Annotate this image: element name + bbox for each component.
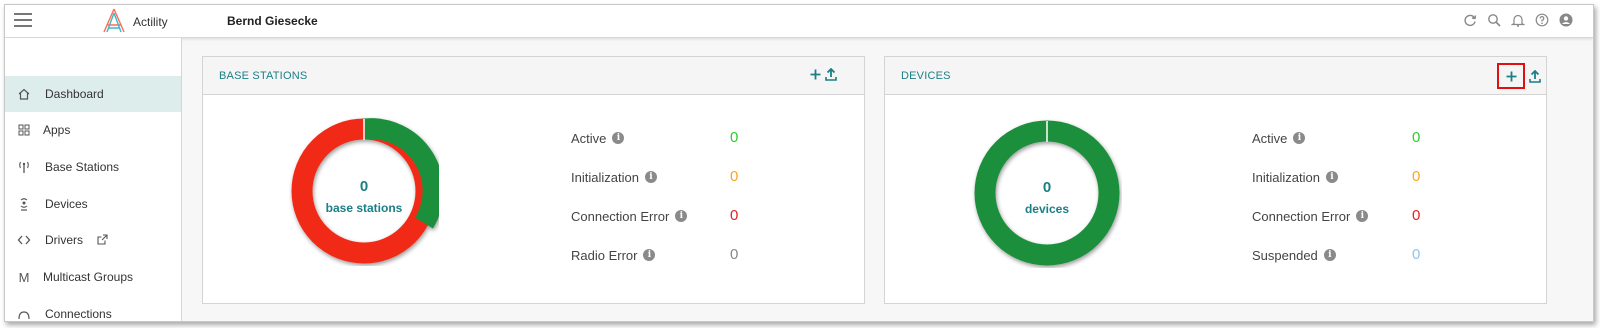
stat-label: Radio Error: [571, 247, 638, 263]
info-icon[interactable]: i: [1293, 132, 1306, 144]
info-icon[interactable]: i: [643, 249, 656, 261]
base-stations-count: 0: [359, 178, 369, 195]
stat-label: Initialization: [571, 169, 639, 185]
stat-label: Connection Error: [571, 208, 670, 224]
stat-value-active: 0: [730, 129, 739, 146]
donut-center: 0 base stations: [304, 178, 424, 215]
sidebar-item-label: Apps: [43, 123, 71, 137]
info-icon[interactable]: i: [1356, 210, 1369, 222]
stat-value-radio-error: 0: [730, 246, 739, 263]
search-icon[interactable]: [1487, 13, 1501, 27]
stat-row-initialization: Initialization i: [1252, 167, 1338, 187]
help-icon[interactable]: [1535, 13, 1549, 27]
import-devices-button[interactable]: [1529, 69, 1541, 83]
sidebar-item-dashboard[interactable]: Dashboard: [5, 76, 181, 112]
devices-count-label: devices: [1024, 202, 1070, 216]
bell-icon[interactable]: [1511, 13, 1525, 27]
app-window: Actility Bernd Giesecke Dashboard Apps B…: [4, 4, 1594, 322]
card-actions: [809, 68, 837, 81]
card-title: DEVICES: [901, 70, 951, 82]
code-icon: [17, 235, 31, 245]
devices-count: 0: [1042, 179, 1052, 196]
sidebar-item-label: Connections: [45, 307, 112, 321]
stat-row-radio-error: Radio Error i: [571, 245, 656, 265]
stat-label: Initialization: [1252, 169, 1320, 185]
external-link-icon: [97, 234, 108, 245]
plus-icon: [810, 69, 820, 80]
stat-value-connection-error: 0: [1412, 207, 1421, 224]
brand-name: Actility: [133, 15, 168, 29]
sidebar-item-devices[interactable]: Devices: [5, 186, 181, 222]
card-title: BASE STATIONS: [219, 70, 308, 82]
top-icons: [1463, 13, 1573, 27]
sidebar-item-multicast-groups[interactable]: M Multicast Groups: [5, 259, 181, 295]
add-base-station-button[interactable]: [809, 68, 821, 81]
connections-icon: [18, 311, 30, 320]
stat-value-connection-error: 0: [730, 207, 739, 224]
top-bar: Actility Bernd Giesecke: [5, 5, 1593, 38]
sidebar-item-label: Drivers: [45, 233, 83, 247]
base-stations-card: BASE STATIONS 0 base stations Active i 0…: [202, 56, 865, 304]
info-icon[interactable]: i: [1325, 171, 1338, 183]
multicast-icon: M: [18, 269, 30, 285]
donut-center: 0 devices: [987, 179, 1107, 216]
stat-label: Connection Error: [1252, 208, 1351, 224]
sidebar-item-base-stations[interactable]: Base Stations: [5, 149, 181, 185]
stat-label: Active: [1252, 130, 1288, 146]
card-header: DEVICES: [885, 57, 1546, 95]
stat-row-initialization: Initialization i: [571, 167, 657, 187]
upload-icon: [1529, 69, 1541, 83]
hamburger-menu-icon[interactable]: [14, 13, 32, 27]
antenna-icon: [19, 161, 29, 173]
stat-label: Active: [571, 130, 607, 146]
card-actions: [1497, 63, 1541, 89]
card-header: BASE STATIONS: [203, 57, 864, 95]
refresh-icon[interactable]: [1463, 13, 1477, 27]
info-icon[interactable]: i: [644, 171, 657, 183]
sidebar-item-label: Dashboard: [45, 87, 104, 101]
sidebar-item-connections[interactable]: Connections: [5, 296, 181, 321]
sidebar: Dashboard Apps Base Stations Devices Dri…: [5, 38, 182, 321]
stat-row-active: Active i: [571, 128, 625, 148]
stat-value-active: 0: [1412, 129, 1421, 146]
sidebar-item-drivers[interactable]: Drivers: [5, 222, 181, 258]
import-base-stations-button[interactable]: [825, 68, 837, 81]
stat-row-active: Active i: [1252, 128, 1306, 148]
grid-icon: [18, 124, 30, 136]
user-icon[interactable]: [1559, 13, 1573, 27]
sidebar-item-label: Base Stations: [45, 160, 120, 174]
plus-icon: [1506, 71, 1516, 81]
stat-value-initialization: 0: [730, 168, 739, 185]
home-icon: [18, 88, 30, 100]
stat-row-connection-error: Connection Error i: [1252, 206, 1369, 226]
user-name: Bernd Giesecke: [227, 14, 318, 28]
stat-value-suspended: 0: [1412, 246, 1421, 263]
sidebar-item-label: Multicast Groups: [43, 270, 134, 284]
stat-row-suspended: Suspended i: [1252, 245, 1336, 265]
stat-row-connection-error: Connection Error i: [571, 206, 688, 226]
actility-logo-icon: [103, 8, 125, 33]
add-device-button[interactable]: [1497, 63, 1525, 89]
stat-label: Suspended: [1252, 247, 1318, 263]
base-stations-count-label: base stations: [325, 201, 403, 215]
info-icon[interactable]: i: [612, 132, 625, 144]
sidebar-item-label: Devices: [45, 197, 88, 211]
info-icon[interactable]: i: [1323, 249, 1336, 261]
info-icon[interactable]: i: [675, 210, 688, 222]
sidebar-item-apps[interactable]: Apps: [5, 112, 181, 148]
devices-card: DEVICES 0 devices Active i 0 Initializat…: [884, 56, 1547, 304]
upload-icon: [825, 68, 837, 81]
stat-value-initialization: 0: [1412, 168, 1421, 185]
device-icon: [20, 198, 28, 211]
